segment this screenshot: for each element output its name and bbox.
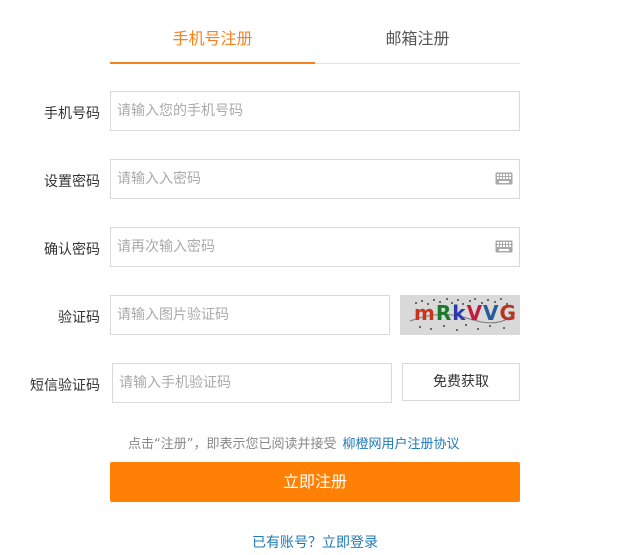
tab-email-register[interactable]: 邮箱注册 xyxy=(315,25,520,49)
phone-field xyxy=(110,91,520,131)
captcha-char: V xyxy=(466,301,484,325)
captcha-input[interactable] xyxy=(111,296,389,334)
registration-tabs: 手机号注册 邮箱注册 xyxy=(110,0,520,64)
captcha-image[interactable]: mRkVVG xyxy=(400,295,520,335)
sms-code-input[interactable] xyxy=(113,364,391,402)
captcha-char: V xyxy=(483,301,500,325)
agreement-text: 点击“注册”，即表示您已阅读并接受 xyxy=(128,437,337,452)
captcha-text: mRkVVG xyxy=(414,301,517,325)
captcha-char: m xyxy=(414,301,436,325)
agreement-link[interactable]: 柳橙网用户注册协议 xyxy=(342,437,459,452)
sms-code-field xyxy=(112,363,392,403)
register-button[interactable]: 立即注册 xyxy=(110,462,520,502)
agreement-notice: 点击“注册”，即表示您已阅读并接受 柳橙网用户注册协议 xyxy=(128,433,460,452)
password-input[interactable] xyxy=(111,160,519,198)
confirm-password-field xyxy=(110,227,520,267)
captcha-field xyxy=(110,295,390,335)
phone-label: 手机号码 xyxy=(44,106,100,122)
login-link[interactable]: 已有账号？立即登录 xyxy=(252,532,378,552)
tab-phone-register[interactable]: 手机号注册 xyxy=(110,25,315,49)
sms-code-label: 短信验证码 xyxy=(30,378,100,394)
password-field xyxy=(110,159,520,199)
captcha-char: G xyxy=(499,301,517,325)
captcha-label: 验证码 xyxy=(58,310,100,326)
keyboard-icon[interactable] xyxy=(495,240,513,253)
password-label: 设置密码 xyxy=(44,174,100,190)
captcha-char: R xyxy=(435,301,453,325)
captcha-char: k xyxy=(452,301,467,325)
confirm-password-input[interactable] xyxy=(111,228,519,266)
active-tab-underline xyxy=(110,62,315,64)
confirm-password-label: 确认密码 xyxy=(44,242,100,258)
phone-input[interactable] xyxy=(111,92,519,130)
keyboard-icon[interactable] xyxy=(495,172,513,185)
get-sms-code-button[interactable]: 免费获取 xyxy=(402,363,520,401)
